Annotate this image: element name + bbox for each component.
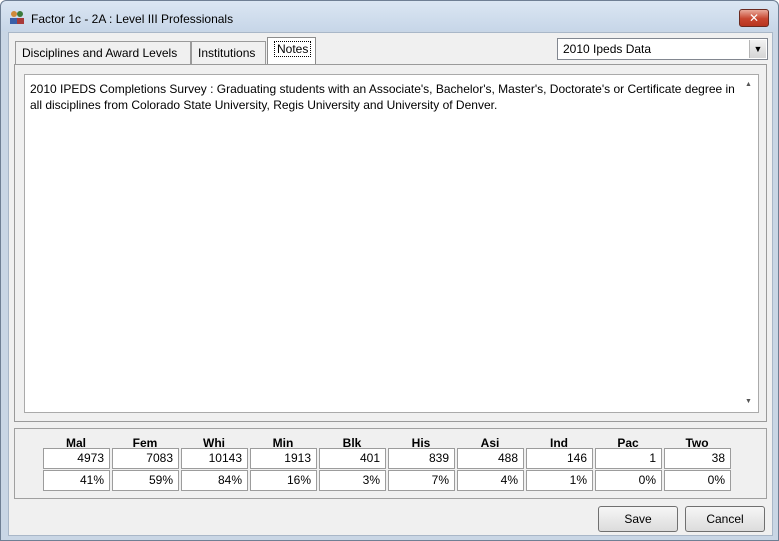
pct-his: 7% xyxy=(388,470,455,491)
count-fem: 7083 xyxy=(112,448,179,469)
window-title: Factor 1c - 2A : Level III Professionals xyxy=(31,12,234,26)
count-two: 38 xyxy=(664,448,731,469)
count-min: 1913 xyxy=(250,448,317,469)
close-icon[interactable]: ✕ xyxy=(739,9,769,27)
chevron-down-icon[interactable]: ▼ xyxy=(749,40,766,58)
scroll-up-icon[interactable]: ▲ xyxy=(740,78,757,92)
demographics-panel: Mal Fem Whi Min Blk His Asi Ind Pac Two … xyxy=(14,428,767,499)
tab-notes[interactable]: Notes xyxy=(267,37,316,65)
pct-whi: 84% xyxy=(181,470,248,491)
pct-ind: 1% xyxy=(526,470,593,491)
data-source-select[interactable]: 2010 Ipeds Data ▼ xyxy=(557,38,768,60)
pct-two: 0% xyxy=(664,470,731,491)
tab-disciplines-and-award-levels[interactable]: Disciplines and Award Levels xyxy=(15,41,191,64)
scroll-down-icon[interactable]: ▼ xyxy=(740,395,757,409)
cancel-button[interactable]: Cancel xyxy=(685,506,765,532)
count-blk: 401 xyxy=(319,448,386,469)
count-ind: 146 xyxy=(526,448,593,469)
notes-scrollbar[interactable]: ▲ ▼ xyxy=(740,76,757,411)
title-bar[interactable]: Factor 1c - 2A : Level III Professionals… xyxy=(1,1,778,31)
pct-blk: 3% xyxy=(319,470,386,491)
data-source-value: 2010 Ipeds Data xyxy=(563,42,652,56)
count-asi: 488 xyxy=(457,448,524,469)
pct-mal: 41% xyxy=(43,470,110,491)
tab-institutions[interactable]: Institutions xyxy=(191,41,266,64)
pct-min: 16% xyxy=(250,470,317,491)
dialog-body: Disciplines and Award Levels Institution… xyxy=(8,32,773,536)
notes-textarea[interactable]: 2010 IPEDS Completions Survey : Graduati… xyxy=(24,74,759,413)
dialog-window: Factor 1c - 2A : Level III Professionals… xyxy=(0,0,779,541)
count-whi: 10143 xyxy=(181,448,248,469)
tab-notes-label: Notes xyxy=(274,41,312,57)
count-mal: 4973 xyxy=(43,448,110,469)
count-pac: 1 xyxy=(595,448,662,469)
pct-fem: 59% xyxy=(112,470,179,491)
save-button[interactable]: Save xyxy=(598,506,678,532)
notes-tab-page: 2010 IPEDS Completions Survey : Graduati… xyxy=(14,64,767,422)
pct-pac: 0% xyxy=(595,470,662,491)
notes-text: 2010 IPEDS Completions Survey : Graduati… xyxy=(30,82,735,112)
pct-asi: 4% xyxy=(457,470,524,491)
count-his: 839 xyxy=(388,448,455,469)
app-people-icon xyxy=(10,11,24,24)
